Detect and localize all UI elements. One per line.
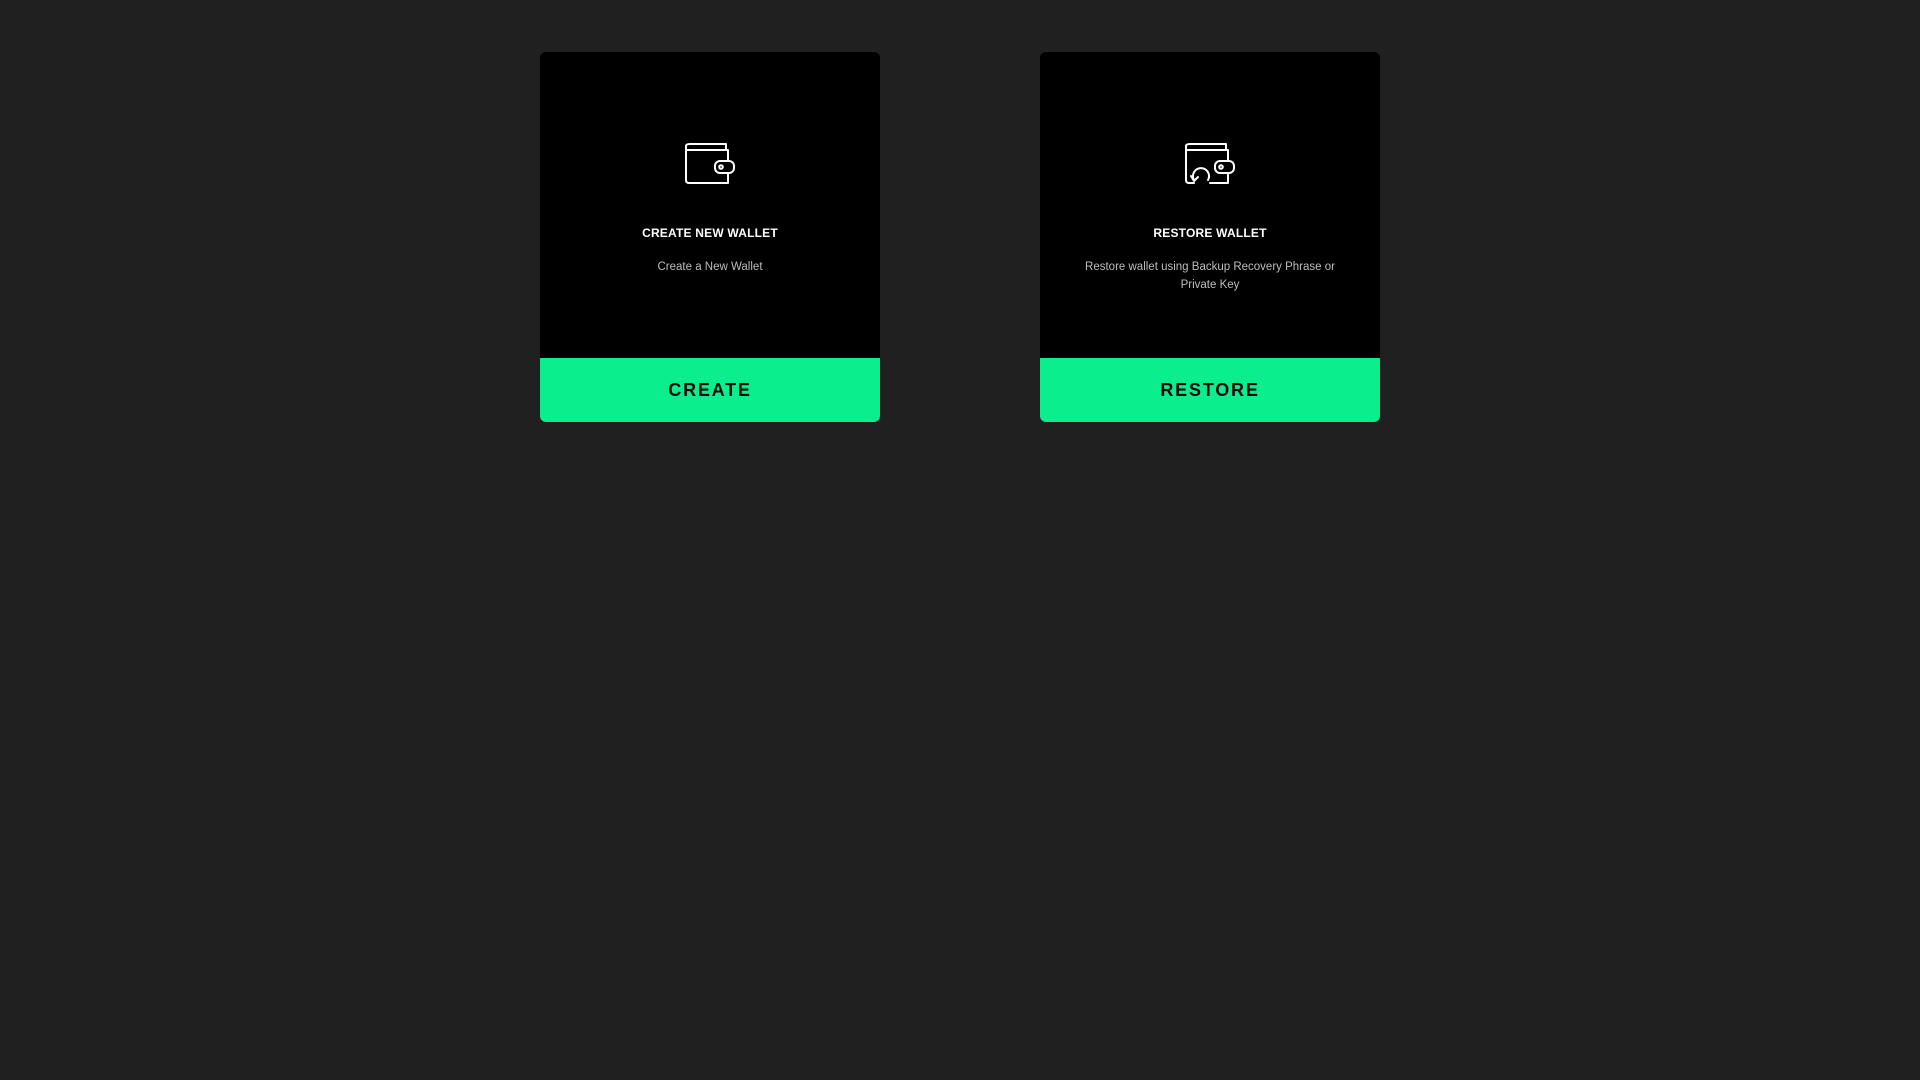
wallet-restore-icon bbox=[1185, 143, 1235, 184]
restore-wallet-card-body: RESTORE WALLET Restore wallet using Back… bbox=[1040, 52, 1380, 358]
restore-button[interactable]: RESTORE bbox=[1040, 358, 1380, 422]
create-button[interactable]: CREATE bbox=[540, 358, 880, 422]
restore-wallet-title: RESTORE WALLET bbox=[1153, 226, 1267, 240]
restore-wallet-description: Restore wallet using Backup Recovery Phr… bbox=[1085, 261, 1335, 291]
create-wallet-card: CREATE NEW WALLET Create a New Wallet CR… bbox=[540, 52, 880, 422]
wallet-icon bbox=[685, 143, 735, 184]
restore-wallet-card: RESTORE WALLET Restore wallet using Back… bbox=[1040, 52, 1380, 422]
create-wallet-description: Create a New Wallet bbox=[657, 261, 763, 273]
create-wallet-title: CREATE NEW WALLET bbox=[642, 226, 778, 240]
create-wallet-card-body: CREATE NEW WALLET Create a New Wallet bbox=[540, 52, 880, 358]
wallet-setup-screen: CREATE NEW WALLET Create a New Wallet CR… bbox=[0, 0, 1920, 1080]
